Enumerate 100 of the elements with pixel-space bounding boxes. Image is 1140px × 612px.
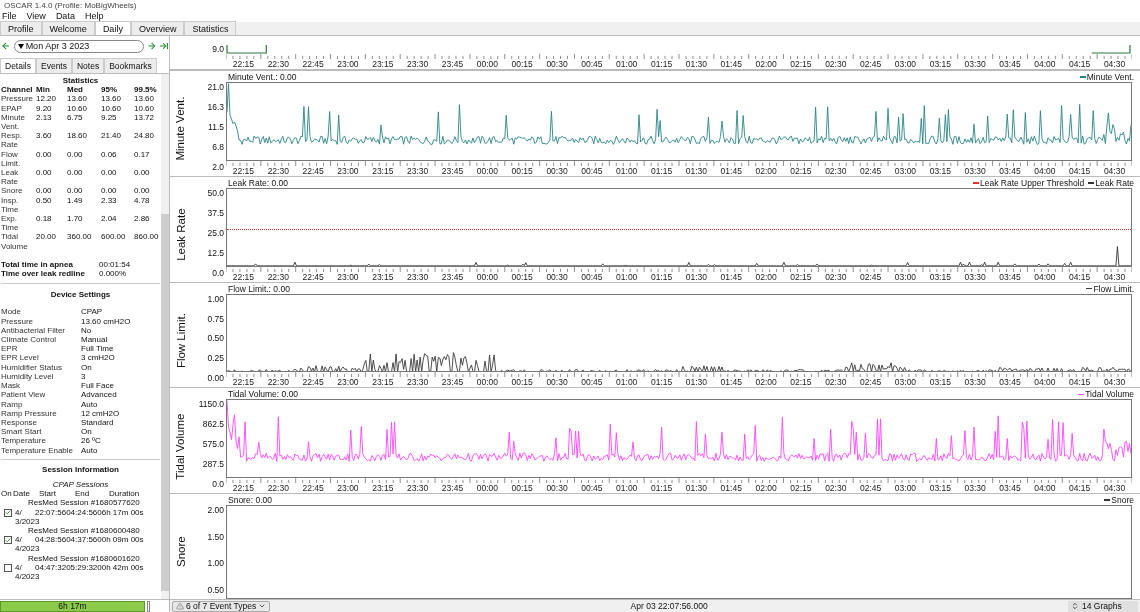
column-header: End: [75, 489, 91, 499]
time-tick-label: 04:15: [1069, 483, 1091, 494]
table-cell-text: Leak Rate: [1, 168, 20, 187]
time-tick-label: 01:30: [685, 483, 708, 494]
session-checkbox[interactable]: [4, 536, 12, 545]
column-header: 99.5%: [134, 85, 158, 95]
time-tick-label: 03:45: [999, 377, 1021, 388]
session-checkbox[interactable]: [4, 508, 12, 517]
total-value: 0.000%: [99, 269, 128, 279]
section-title: Statistics: [62, 76, 99, 86]
tab[interactable]: Bookmarks: [104, 58, 157, 73]
menu-item[interactable]: File: [2, 10, 17, 22]
setting-value: No: [81, 325, 93, 336]
value-tick-label: 11.5: [208, 121, 224, 132]
time-tick-label: 00:15: [511, 165, 533, 176]
tab[interactable]: Notes: [72, 58, 105, 73]
time-tick-label: 04:15: [1069, 271, 1091, 282]
value-tick-label: 25.0: [207, 227, 224, 238]
tab[interactable]: Details: [0, 58, 36, 73]
total-label: Total time in apnea: [1, 259, 74, 270]
time-tick-label: 02:00: [755, 165, 777, 176]
time-tick-label: 00:45: [581, 59, 603, 69]
time-tick-label: 03:45: [999, 483, 1021, 494]
table-cell-text: Pressure: [1, 94, 34, 104]
time-tick-label: 01:45: [720, 377, 742, 388]
table-cell-text: 13.72: [134, 112, 156, 124]
session-checkbox[interactable]: [4, 563, 12, 572]
legend-label: Flow Limit.: [1093, 283, 1134, 294]
setting-value: 26 ºC: [81, 436, 102, 446]
time-tick-label: 23:45: [441, 59, 464, 69]
time-tick-label: 04:30: [1103, 271, 1126, 282]
table-cell-text: 20.00: [36, 232, 58, 244]
time-tick-label: 00:45: [581, 483, 603, 494]
previous-day-icon[interactable]: [1, 41, 11, 51]
table-cell-text: 10.60: [134, 103, 156, 113]
scrollbar[interactable]: [161, 74, 169, 599]
value-tick-label: 37.5: [207, 207, 224, 218]
time-tick-label: 01:00: [616, 165, 638, 176]
column-header: Date: [13, 489, 31, 499]
setting-label: Ramp Pressure: [1, 408, 58, 418]
time-tick-label: 01:15: [650, 165, 673, 176]
setting-label: Humidity Level: [1, 371, 55, 382]
value-tick-label: 21.0: [207, 82, 224, 92]
time-tick-label: 04:00: [1034, 165, 1056, 176]
tab[interactable]: Profile: [0, 21, 42, 35]
menu-item[interactable]: Help: [84, 10, 104, 22]
time-tick-label: 22:45: [302, 59, 324, 69]
time-tick-label: 22:45: [302, 483, 324, 494]
time-tick-label: 01:45: [720, 271, 742, 282]
time-tick-label: 02:15: [790, 483, 812, 494]
table-cell-text: 2.86: [134, 214, 151, 226]
value-tick-label: 575.0: [202, 439, 224, 450]
time-tick-label: 23:30: [407, 165, 429, 176]
last-day-icon[interactable]: [159, 41, 169, 51]
time-tick-label: 03:30: [964, 483, 986, 494]
tab[interactable]: Overview: [130, 21, 185, 35]
time-tick-label: 00:15: [511, 377, 533, 388]
legend-label: Leak Rate: [1095, 177, 1134, 188]
tab[interactable]: Events: [36, 58, 72, 73]
menu-item[interactable]: View: [26, 10, 46, 22]
setting-value: Manual: [81, 335, 109, 345]
table-cell-text: Tidal Volume: [1, 232, 29, 251]
time-tick-label: 01:45: [720, 165, 742, 176]
table-cell-text: 0.00: [67, 186, 84, 196]
section-subtitle: CPAP Sessions: [52, 479, 109, 490]
session-end: 04:24:56: [66, 507, 98, 517]
time-tick-label: 04:00: [1034, 271, 1056, 282]
time-tick-label: 02:15: [790, 271, 812, 282]
session-duration: 00h 09m 00s: [97, 535, 144, 545]
time-tick-label: 22:45: [302, 271, 324, 282]
date-dropdown[interactable]: Mon Apr 3 2023: [13, 39, 144, 53]
time-tick-label: 02:45: [859, 165, 882, 176]
time-tick-label: 03:00: [894, 59, 917, 69]
time-tick-label: 02:30: [825, 59, 847, 69]
table-cell-text: 0.17: [134, 149, 151, 161]
next-day-icon[interactable]: [146, 41, 157, 51]
window-title: OSCAR 1.4.0 (Profile: MoBigWheels): [4, 0, 137, 10]
time-tick-label: 04:15: [1069, 165, 1091, 176]
usage-bar: 6h 17m: [0, 600, 145, 612]
column-header: Channel: [1, 85, 34, 95]
tab[interactable]: Statistics: [184, 21, 237, 35]
graphs-dropdown[interactable]: 14 Graphs: [1068, 600, 1138, 612]
time-tick-label: 01:00: [616, 59, 638, 69]
time-tick-label: 22:30: [267, 165, 289, 176]
section-title: Session Information: [42, 464, 119, 474]
time-tick-label: 22:30: [267, 59, 289, 69]
tab[interactable]: Daily: [94, 21, 131, 35]
table-cell-text: 0.00: [67, 149, 84, 161]
table-cell-text: 0.00: [36, 168, 53, 180]
table-cell-text: 10.60: [67, 103, 89, 113]
table-cell-text: 3.60: [36, 131, 53, 143]
table-cell-text: 0.50: [36, 195, 53, 207]
menu-item[interactable]: Data: [55, 10, 75, 22]
time-tick-label: 22:15: [232, 59, 255, 69]
event-types-dropdown[interactable]: 6 of 7 Event Types: [172, 600, 271, 612]
time-tick-label: 02:30: [825, 165, 847, 176]
tab[interactable]: Welcome: [41, 21, 95, 35]
time-tick-label: 02:15: [790, 165, 812, 176]
time-tick-label: 23:15: [372, 483, 394, 494]
time-tick-label: 02:00: [755, 483, 777, 494]
